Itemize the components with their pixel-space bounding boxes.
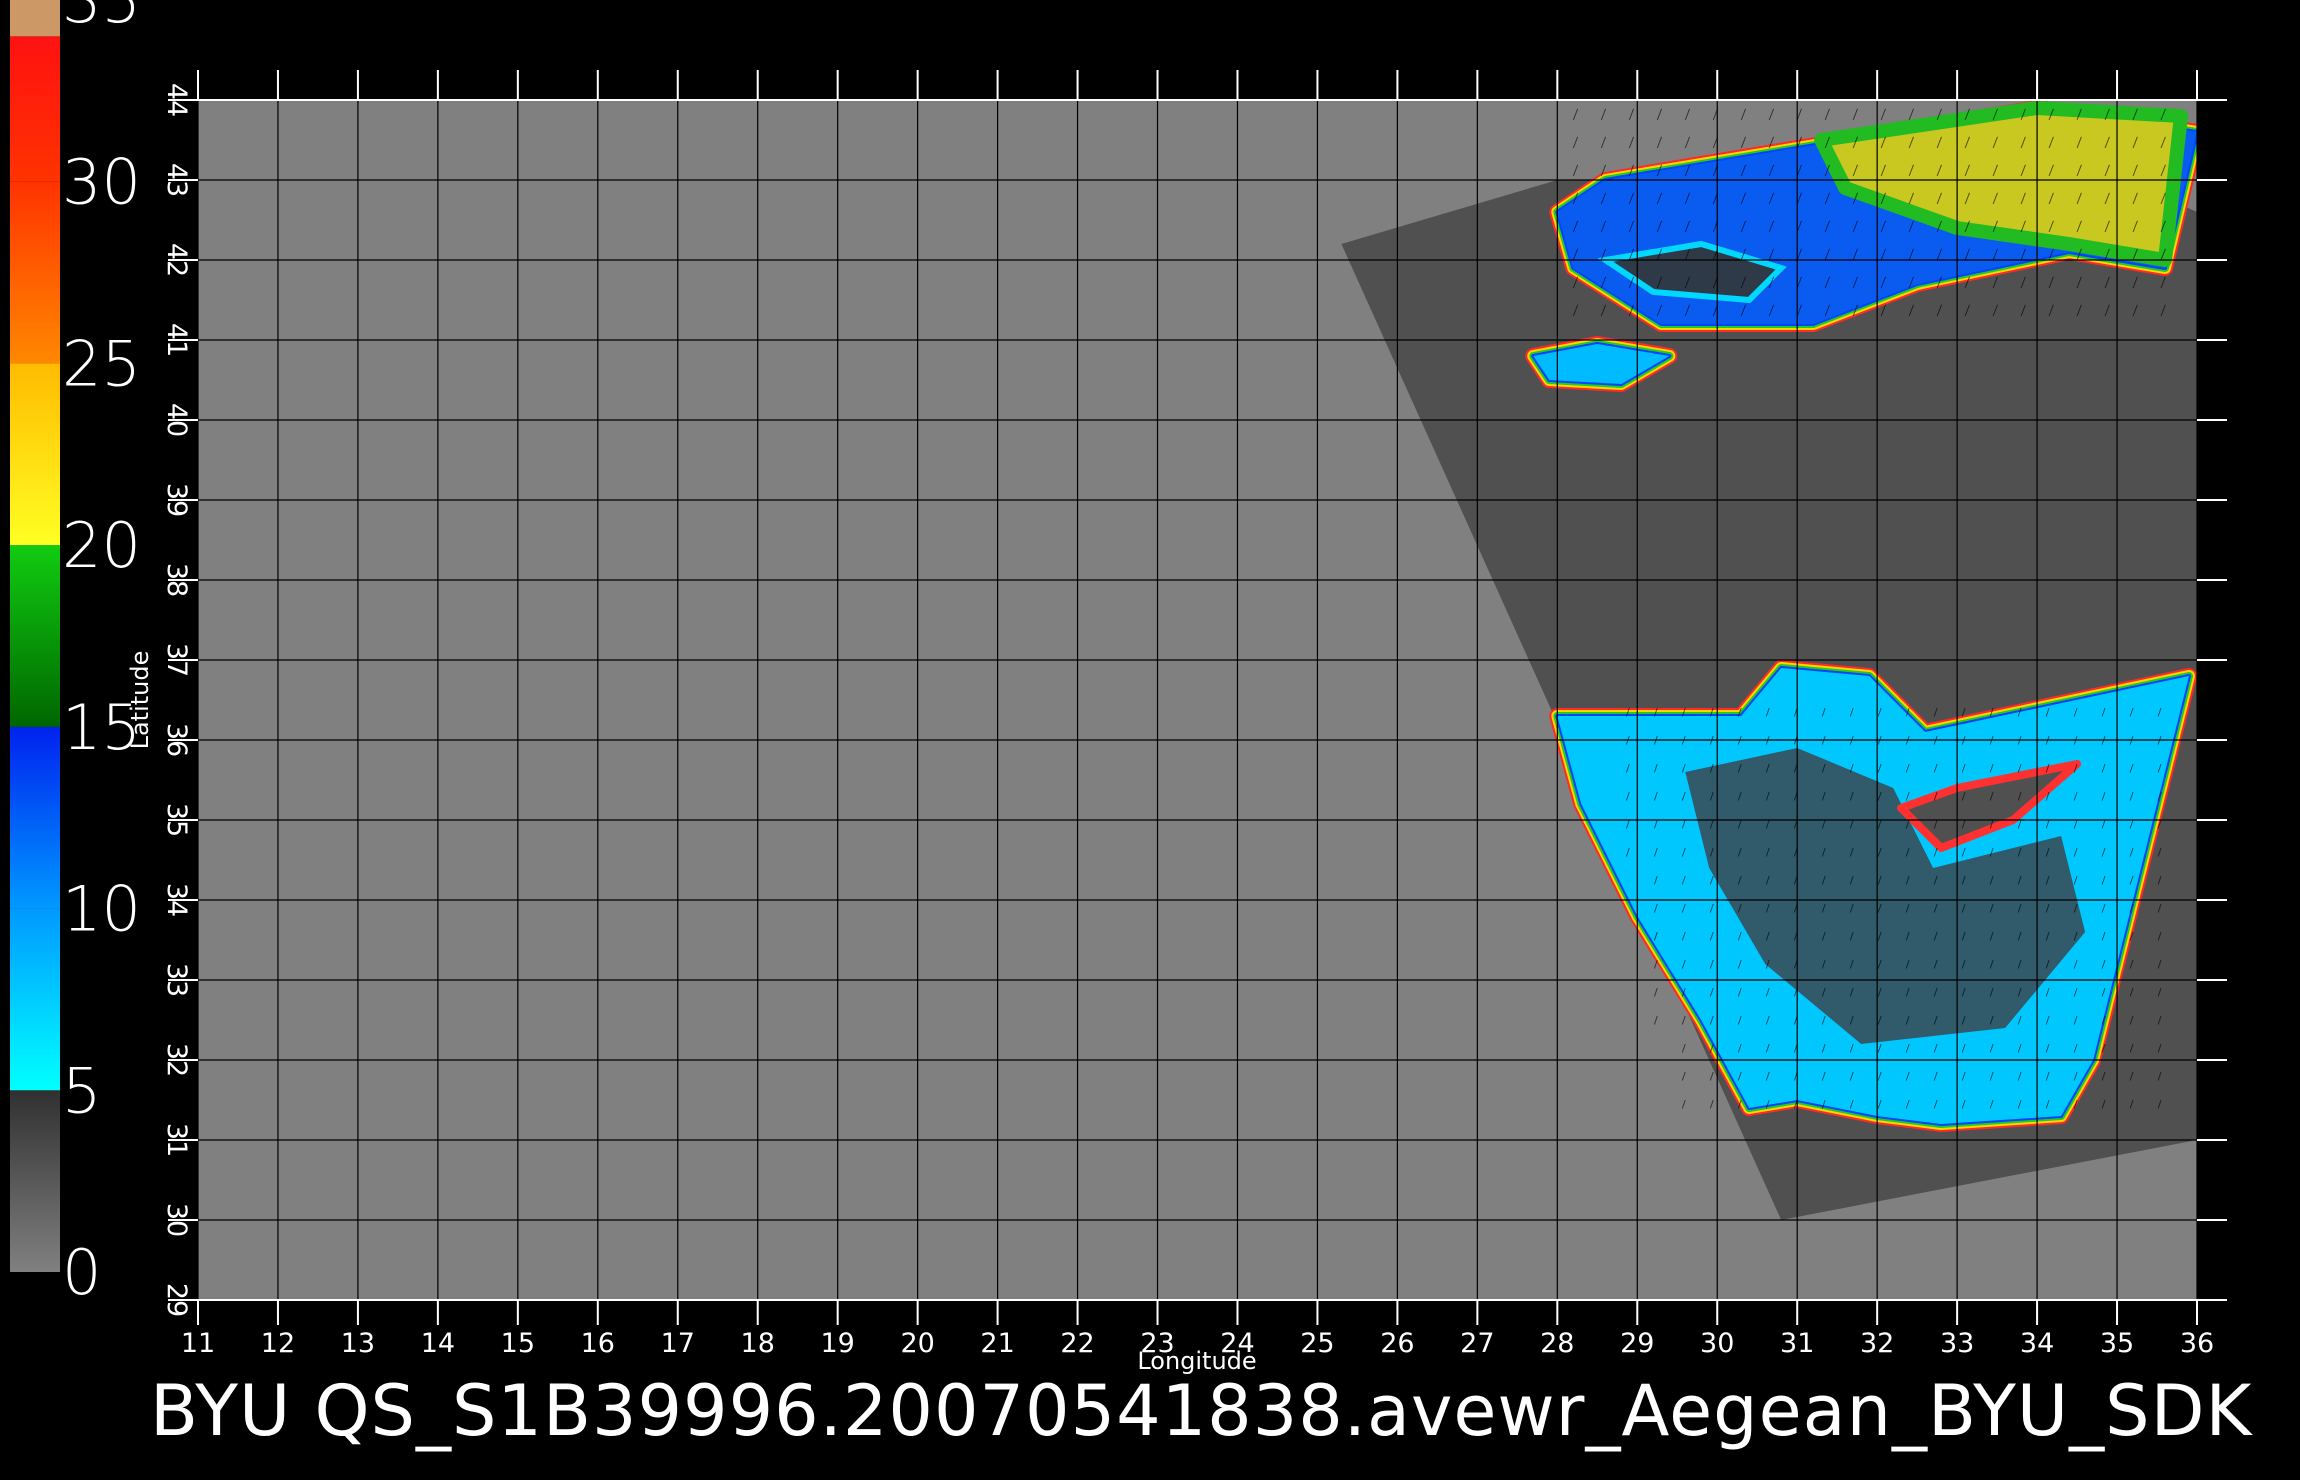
longitude-tick-label: 29 bbox=[1620, 1328, 1654, 1359]
longitude-tick-label: 21 bbox=[980, 1328, 1014, 1359]
latitude-tick-label: 30 bbox=[161, 1203, 192, 1237]
colorbar-label: 10 bbox=[62, 873, 141, 946]
longitude-tick-label: 12 bbox=[261, 1328, 295, 1359]
latitude-tick-label: 31 bbox=[161, 1123, 192, 1157]
latitude-tick-label: 34 bbox=[161, 883, 192, 917]
latitude-tick-label: 37 bbox=[161, 643, 192, 677]
latitude-tick-label: 44 bbox=[161, 83, 192, 117]
colorbar-label: 25 bbox=[62, 327, 141, 400]
latitude-tick-label: 39 bbox=[161, 483, 192, 517]
colorbar-segment bbox=[10, 545, 60, 727]
longitude-tick-label: 32 bbox=[1860, 1328, 1894, 1359]
latitude-tick-labels: 29 30 31 32 33 34 35 36 37 38 39 40 41 42 43 44 bbox=[161, 83, 192, 1317]
colorbar-segment bbox=[10, 36, 60, 182]
longitude-tick-label: 22 bbox=[1060, 1328, 1094, 1359]
colorbar-segment bbox=[10, 1090, 60, 1272]
latitude-tick-label: 43 bbox=[161, 163, 192, 197]
longitude-tick-label: 19 bbox=[821, 1328, 855, 1359]
colorbar-label: 35 bbox=[62, 0, 141, 37]
latitude-tick-label: 35 bbox=[161, 803, 192, 837]
latitude-tick-label: 36 bbox=[161, 723, 192, 757]
colorbar-label: 0 bbox=[62, 1236, 101, 1309]
longitude-tick-label: 28 bbox=[1540, 1328, 1574, 1359]
longitude-tick-label: 27 bbox=[1460, 1328, 1494, 1359]
latitude-tick-label: 41 bbox=[161, 323, 192, 357]
colorbar-segment bbox=[10, 908, 60, 1091]
wind-speed-map: 35302520151050 11 12 13 14 15 16 17 18 19 20 21 22 2… bbox=[10, 0, 2253, 1452]
y-axis-title: Latitude bbox=[126, 651, 154, 750]
longitude-tick-label: 16 bbox=[581, 1328, 615, 1359]
latitude-tick-label: 40 bbox=[161, 403, 192, 437]
map-plot-area bbox=[168, 70, 2227, 1325]
longitude-tick-label: 11 bbox=[181, 1328, 215, 1359]
longitude-tick-label: 14 bbox=[421, 1328, 455, 1359]
colorbar-label: 20 bbox=[62, 509, 141, 582]
longitude-tick-label: 31 bbox=[1780, 1328, 1814, 1359]
colorbar-segment bbox=[10, 0, 60, 37]
longitude-tick-label: 33 bbox=[1940, 1328, 1974, 1359]
colorbar-segment bbox=[10, 726, 60, 909]
longitude-tick-label: 17 bbox=[661, 1328, 695, 1359]
longitude-tick-label: 35 bbox=[2100, 1328, 2134, 1359]
latitude-tick-label: 32 bbox=[161, 1043, 192, 1077]
latitude-tick-label: 29 bbox=[161, 1283, 192, 1317]
longitude-tick-label: 36 bbox=[2180, 1328, 2214, 1359]
latitude-tick-label: 42 bbox=[161, 243, 192, 277]
longitude-tick-label: 26 bbox=[1380, 1328, 1414, 1359]
longitude-tick-label: 25 bbox=[1300, 1328, 1334, 1359]
colorbar-label: 30 bbox=[62, 146, 141, 219]
colorbar: 35302520151050 bbox=[10, 0, 141, 1309]
latitude-tick-label: 33 bbox=[161, 963, 192, 997]
longitude-tick-label: 20 bbox=[900, 1328, 934, 1359]
longitude-tick-label: 15 bbox=[501, 1328, 535, 1359]
colorbar-segment bbox=[10, 363, 60, 546]
colorbar-segment bbox=[10, 181, 60, 364]
longitude-tick-label: 34 bbox=[2020, 1328, 2054, 1359]
longitude-tick-label: 13 bbox=[341, 1328, 375, 1359]
colorbar-segments bbox=[10, 0, 60, 1272]
map-caption: BYU QS_S1B39996.20070541838.avewr_Aegean… bbox=[150, 1370, 2253, 1452]
longitude-tick-label: 30 bbox=[1700, 1328, 1734, 1359]
latitude-tick-label: 38 bbox=[161, 563, 192, 597]
colorbar-label: 5 bbox=[62, 1054, 101, 1127]
longitude-tick-label: 18 bbox=[741, 1328, 775, 1359]
